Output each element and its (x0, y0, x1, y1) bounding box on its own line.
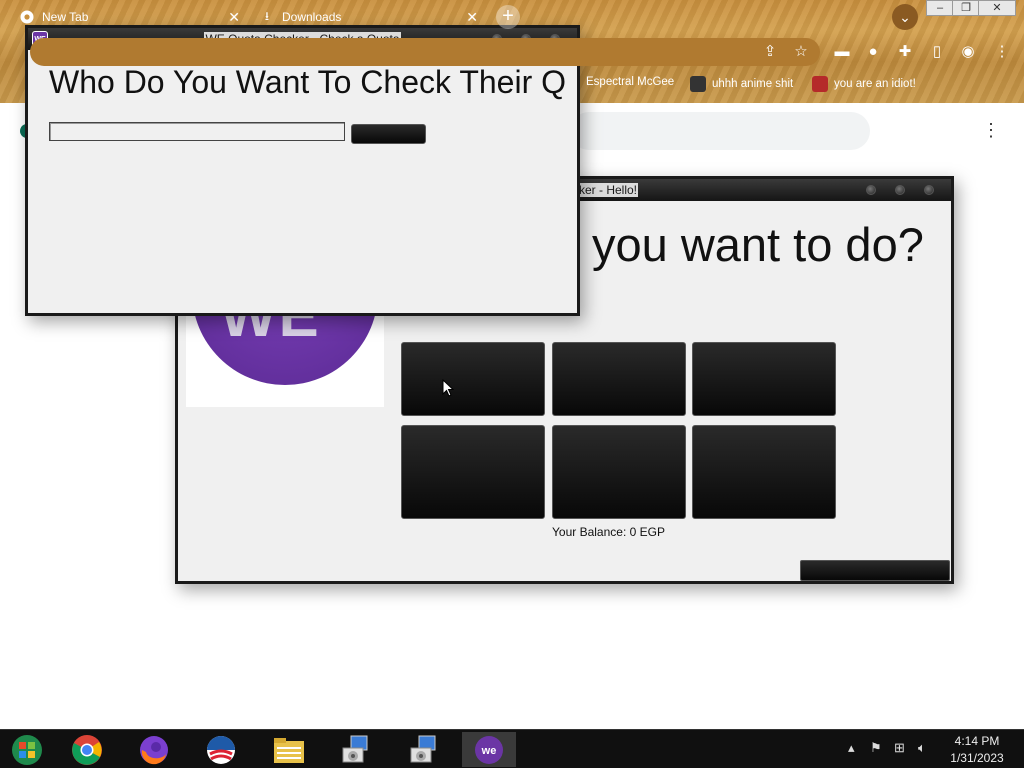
start-button[interactable] (0, 732, 54, 767)
svg-text:we: we (481, 745, 497, 757)
bookmark-idiot[interactable]: you are an idiot! (812, 76, 916, 92)
clock-date: 1/31/2023 (950, 751, 1004, 765)
bookmark-label: Espectral McGee (586, 76, 675, 88)
star-icon[interactable]: ☆ (791, 42, 811, 62)
side-panel-icon[interactable]: ▯ (927, 42, 947, 62)
bottom-action-button[interactable] (800, 560, 950, 581)
action-button-5[interactable] (552, 425, 686, 519)
tab-label: New Tab (42, 10, 89, 24)
action-button-2[interactable] (552, 342, 686, 416)
tab-label: Downloads (282, 10, 342, 24)
puzzle-icon[interactable]: ✚ (895, 42, 915, 62)
taskbar: we ▴ ⚑ ⊞ 🔈︎ 4:14 PM 1/31/2023 (0, 729, 1024, 768)
volume-icon[interactable]: 🔈︎ (918, 740, 926, 756)
installer-icon[interactable] (328, 732, 382, 767)
hello-question: you want to do? (592, 218, 924, 271)
close-dot-icon[interactable] (924, 185, 934, 195)
anime-icon (690, 76, 706, 92)
tab-search-button[interactable]: ⌄ (892, 4, 918, 30)
tab-downloads[interactable]: ⭳ Downloads ✕ (260, 4, 478, 30)
check-quota-window: WE WE Quota Checker - Check a Quota Who … (25, 25, 580, 316)
bookmark-anime[interactable]: uhhh anime shit (690, 76, 793, 92)
ntp-search-box[interactable] (570, 112, 870, 150)
minimize-dot-icon[interactable] (866, 185, 876, 195)
action-button-3[interactable] (692, 342, 836, 416)
show-hidden-icons-icon[interactable]: ▴ (848, 740, 855, 756)
chrome-taskbar-icon[interactable] (60, 732, 114, 767)
bookmark-label: uhhh anime shit (712, 78, 794, 90)
quota-heading: Who Do You Want To Check Their Q (49, 64, 566, 100)
mouse-cursor-icon (442, 379, 454, 397)
obama-icon[interactable] (194, 732, 248, 767)
network-icon[interactable]: ⊞ (894, 740, 905, 756)
close-icon[interactable]: ✕ (228, 9, 240, 26)
window-title: ker - Hello! (578, 183, 639, 197)
we-app-taskbar-icon[interactable]: we (462, 732, 516, 767)
close-window-button[interactable]: ✕ (978, 0, 1016, 16)
close-icon[interactable]: ✕ (466, 9, 478, 26)
action-button-6[interactable] (692, 425, 836, 519)
file-explorer-icon[interactable] (262, 732, 316, 767)
extension-avatar-icon[interactable]: ● (863, 42, 883, 62)
chrome-icon (20, 10, 34, 24)
phone-number-input[interactable] (49, 122, 345, 141)
menu-icon[interactable]: ⋮ (992, 42, 1012, 62)
check-button[interactable] (351, 124, 426, 144)
action-center-flag-icon[interactable]: ⚑ (870, 740, 882, 756)
tab-new-tab[interactable]: New Tab ✕ (20, 4, 240, 30)
extension-flag-icon[interactable]: ▬ (832, 42, 852, 62)
installer-icon[interactable] (396, 732, 450, 767)
address-bar[interactable] (30, 38, 820, 66)
maximize-button[interactable]: ❐ (952, 0, 980, 16)
start-orb-icon (12, 734, 42, 765)
bookmark-espectral[interactable]: Espectral McGee (586, 76, 674, 88)
share-icon[interactable]: ⇪ (760, 42, 780, 62)
bookmark-label: you are an idiot! (834, 78, 916, 90)
new-tab-button[interactable]: + (496, 5, 520, 29)
system-clock[interactable]: 4:14 PM 1/31/2023 (942, 733, 1012, 767)
download-icon: ⭳ (264, 8, 270, 23)
minimize-button[interactable]: – (926, 0, 954, 16)
clock-time: 4:14 PM (954, 734, 1000, 748)
balance-label: Your Balance: 0 EGP (552, 525, 665, 539)
firefox-icon[interactable] (127, 732, 181, 767)
customize-menu-icon[interactable]: ⋮ (982, 120, 1000, 140)
action-button-1[interactable] (401, 342, 545, 416)
action-button-4[interactable] (401, 425, 545, 519)
profile-icon[interactable]: ◉ (958, 42, 978, 62)
flag-icon (812, 76, 828, 92)
maximize-dot-icon[interactable] (895, 185, 905, 195)
